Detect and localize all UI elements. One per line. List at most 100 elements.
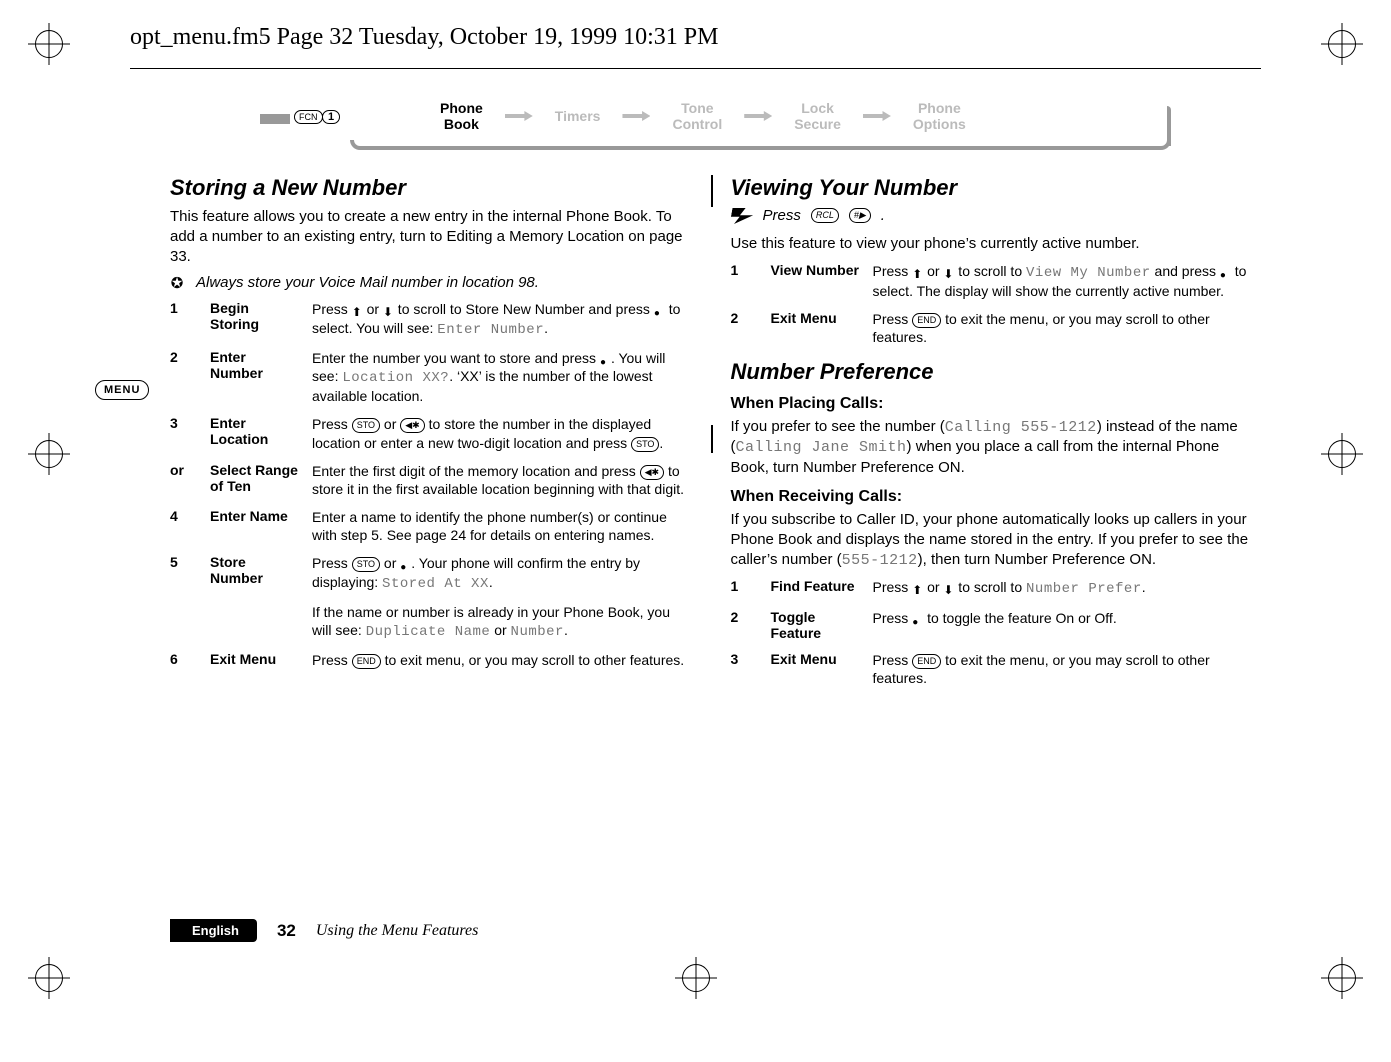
crop-mark-icon — [1328, 440, 1356, 468]
step-title: Store Number — [210, 554, 300, 592]
step-number: 5 — [170, 554, 198, 592]
step-title: Enter Name — [210, 508, 300, 544]
nav-arrow-icon — [505, 111, 533, 121]
nav-item: PhoneOptions — [913, 100, 966, 132]
press-period: . — [881, 207, 885, 224]
step-row: 5 Store Number Press STO or . Your phone w… — [170, 554, 691, 592]
viewing-intro: Use this feature to view your phone’s cu… — [731, 234, 1252, 254]
lcd-text: Number Prefer — [1026, 581, 1142, 597]
press-label: Press — [763, 207, 801, 224]
step-title: Exit Menu — [771, 310, 861, 346]
select-icon — [600, 351, 611, 365]
page-footer: English 32 Using the Menu Features — [170, 919, 478, 942]
keycap-icon: END — [352, 654, 381, 669]
crop-mark-icon — [1328, 30, 1356, 58]
nav-underline — [350, 140, 1171, 150]
lcd-text: Duplicate Name — [366, 624, 491, 640]
lcd-text: Stored At XX — [382, 576, 489, 592]
lcd-text: Location XX? — [342, 370, 449, 386]
chapter-title: Using the Menu Features — [316, 922, 478, 940]
running-header: opt_menu.fm5 Page 32 Tuesday, October 19… — [130, 24, 718, 51]
step-title: Toggle Feature — [771, 609, 861, 641]
step-row: 2Enter NumberEnter the number you want t… — [170, 349, 691, 406]
crop-mark-icon — [35, 30, 63, 58]
step-row: 4 Enter Name Enter a name to identify the … — [170, 508, 691, 544]
section-rule — [711, 175, 713, 207]
crop-mark-icon — [1328, 964, 1356, 992]
step-title — [210, 603, 300, 641]
step-desc: Press or to scroll to View My Number and… — [873, 262, 1252, 300]
tip-icon: ✪ — [170, 274, 184, 292]
lcd-text: Enter Number — [437, 322, 544, 338]
section-title-viewing: Viewing Your Number — [731, 175, 1252, 201]
step-title: Select Range of Ten — [210, 462, 300, 498]
step-number: 3 — [170, 415, 198, 451]
keycap-icon: STO — [352, 418, 380, 433]
select-icon — [400, 556, 411, 570]
nav-arrow-icon — [622, 111, 650, 121]
step-title: Enter Number — [210, 349, 300, 406]
step-number: 2 — [170, 349, 198, 406]
key-rcl: RCL — [811, 208, 839, 223]
step-number: 2 — [731, 609, 759, 641]
step-desc: Press to toggle the feature On or Off. — [873, 609, 1252, 641]
step-number: 2 — [731, 310, 759, 346]
keycap-icon: ◀✱ — [640, 465, 664, 480]
key-hash: #▶ — [849, 208, 871, 223]
numpref-steps: 1Find FeaturePress or to scroll to Numbe… — [731, 578, 1252, 687]
keycap-icon: STO — [352, 557, 380, 572]
step-row: 3Exit MenuPress END to exit the menu, or… — [731, 651, 1252, 687]
nav-arrow-icon — [863, 111, 891, 121]
step-desc: Press END to exit the menu, or you may s… — [873, 310, 1252, 346]
step-number: 4 — [170, 508, 198, 544]
lcd-text: 555-1212 — [842, 552, 918, 569]
step-number: 3 — [731, 651, 759, 687]
step-row: orSelect Range of TenEnter the first dig… — [170, 462, 691, 498]
step-desc: Press STO or ◀✱ to store the number in t… — [312, 415, 691, 451]
press-shortcut: Press RCL #▶ . — [731, 207, 1252, 224]
select-icon — [654, 302, 665, 316]
nav-item: Timers — [555, 108, 601, 124]
header-rule — [130, 68, 1261, 69]
scroll-down-icon — [943, 580, 954, 594]
subhead-receiving: When Receiving Calls: — [731, 488, 1252, 506]
select-icon — [1220, 264, 1231, 278]
step-row: 2 Exit Menu Press END to exit the menu, or… — [731, 310, 1252, 346]
select-icon — [912, 611, 923, 625]
scroll-down-icon — [943, 264, 954, 278]
scroll-up-icon — [912, 580, 923, 594]
step-row: 1 View Number Press or to scroll to View M… — [731, 262, 1252, 300]
menu-side-tab: MENU — [95, 380, 149, 400]
step-number: 1 — [170, 300, 198, 338]
step-desc: Press STO or . Your phone will confirm t… — [312, 554, 691, 592]
crop-mark-icon — [682, 964, 710, 992]
step-number: 1 — [731, 578, 759, 598]
crop-mark-icon — [35, 440, 63, 468]
subhead-placing: When Placing Calls: — [731, 395, 1252, 413]
step-desc: Enter the number you want to store and p… — [312, 349, 691, 406]
step-number: 1 — [731, 262, 759, 300]
step-title: Enter Location — [210, 415, 300, 451]
section-title-numpref: Number Preference — [731, 359, 1252, 385]
scroll-up-icon — [912, 264, 923, 278]
tip-text: Always store your Voice Mail number in l… — [196, 274, 539, 291]
step-row: If the name or number is already in your… — [170, 603, 691, 641]
language-pill: English — [170, 919, 257, 942]
menu-path-nav: FCN 1 PhoneBookTimersToneControlLockSecu… — [260, 100, 1161, 160]
step-desc: Enter a name to identify the phone numbe… — [312, 508, 691, 544]
step-desc: If the name or number is already in your… — [312, 603, 691, 641]
step-desc: Press END to exit the menu, or you may s… — [873, 651, 1252, 687]
step-title: Begin Storing — [210, 300, 300, 338]
step-number: or — [170, 462, 198, 498]
section-title-storing: Storing a New Number — [170, 175, 691, 201]
step-desc: Press or to scroll to Store New Number a… — [312, 300, 691, 338]
step-title: View Number — [771, 262, 861, 300]
nav-item: PhoneBook — [440, 100, 483, 132]
scroll-down-icon — [383, 302, 394, 316]
nav-item: ToneControl — [672, 100, 722, 132]
nav-lead-bar — [260, 114, 290, 124]
step-desc: Press or to scroll to Number Prefer. — [873, 578, 1252, 598]
step-row: 3 Enter Location Press STO or ◀✱ to store … — [170, 415, 691, 451]
nav-item: LockSecure — [794, 100, 841, 132]
step-row: 6Exit MenuPress END to exit menu, or you… — [170, 651, 691, 669]
